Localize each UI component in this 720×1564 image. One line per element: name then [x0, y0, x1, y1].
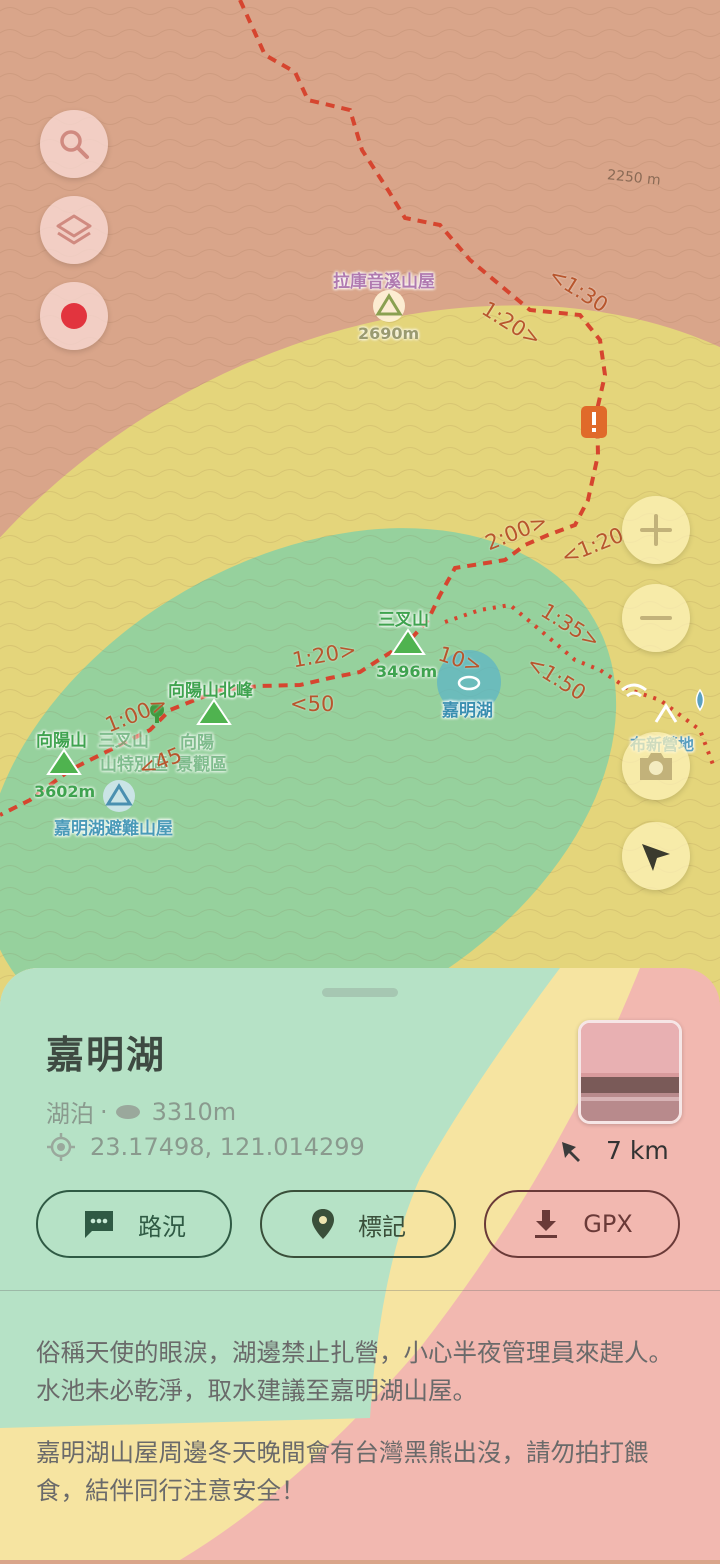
mark-button[interactable]: 標記: [260, 1190, 456, 1258]
record-icon: [61, 303, 87, 329]
minus-icon: [640, 616, 672, 620]
place-elevation: 3310m: [151, 1097, 237, 1126]
hut-icon: [373, 290, 405, 322]
trail-time: <50: [290, 692, 335, 716]
divider: [0, 1290, 720, 1291]
distance-value: 7 km: [606, 1136, 669, 1165]
direction-arrow-icon: [562, 1141, 580, 1162]
peak-elevation: 3496m: [376, 662, 438, 681]
record-button[interactable]: [40, 282, 108, 350]
place-meta-row: 湖泊 · 3310m: [46, 1094, 236, 1129]
location-pin-icon: [312, 1209, 334, 1239]
lake-label[interactable]: 嘉明湖: [442, 696, 493, 721]
conditions-button[interactable]: 路況: [36, 1190, 232, 1258]
zoom-out-button[interactable]: [622, 584, 690, 652]
gpx-download-button[interactable]: GPX: [484, 1190, 680, 1258]
hut-label[interactable]: 拉庫音溪山屋: [333, 267, 435, 292]
lake-photo-thumbnail: [581, 1023, 679, 1121]
place-coordinates: 23.17498, 121.014299: [90, 1133, 365, 1161]
place-title: 嘉明湖: [46, 1033, 167, 1077]
zoom-in-button[interactable]: [622, 496, 690, 564]
description-paragraph-1: 俗稱天使的眼淚，湖邊禁止扎營，小心半夜管理員來趕人。水池未必乾淨，取水建議至嘉明…: [36, 1338, 673, 1405]
lake-icon: [115, 1104, 140, 1119]
camera-button[interactable]: [622, 732, 690, 800]
peak-label[interactable]: 三叉山: [378, 605, 429, 630]
layers-icon: [56, 214, 92, 245]
peak-label[interactable]: 向陽山: [36, 726, 87, 751]
gps-target-icon: [47, 1133, 75, 1161]
place-detail-sheet[interactable]: 嘉明湖 湖泊 · 3310m 23.17498, 121.014299 7 km…: [0, 968, 720, 1560]
description-paragraph-2: 嘉明湖山屋周邊冬天晚間會有台灣黑熊出沒，請勿拍打餵食，結伴同行注意安全！: [36, 1438, 649, 1505]
locate-button[interactable]: [622, 822, 690, 890]
coordinates-row[interactable]: 23.17498, 121.014299: [46, 1132, 365, 1162]
search-icon: [60, 130, 89, 159]
conditions-label: 路況: [138, 1212, 186, 1241]
peak-elevation: 3602m: [34, 782, 96, 801]
camera-icon: [640, 753, 672, 780]
download-icon: [535, 1210, 558, 1238]
search-button[interactable]: [40, 110, 108, 178]
meta-separator: ·: [100, 1097, 108, 1126]
hut-label[interactable]: 嘉明湖避難山屋: [54, 814, 173, 839]
navigation-arrow-icon: [642, 844, 670, 871]
place-category: 湖泊: [46, 1100, 94, 1128]
mark-label: 標記: [358, 1212, 406, 1241]
place-photo[interactable]: [578, 1020, 682, 1124]
plus-icon: [640, 514, 672, 546]
chat-bubble-icon: [85, 1211, 113, 1238]
drag-handle[interactable]: [322, 988, 398, 997]
hut-elevation: 2690m: [358, 324, 420, 343]
gpx-label: GPX: [583, 1210, 633, 1238]
peak-label[interactable]: 向陽山北峰: [168, 676, 253, 701]
hut-icon: [103, 780, 135, 812]
layers-button[interactable]: [40, 196, 108, 264]
distance-row: 7 km: [558, 1136, 669, 1165]
water-icon: [695, 688, 705, 712]
